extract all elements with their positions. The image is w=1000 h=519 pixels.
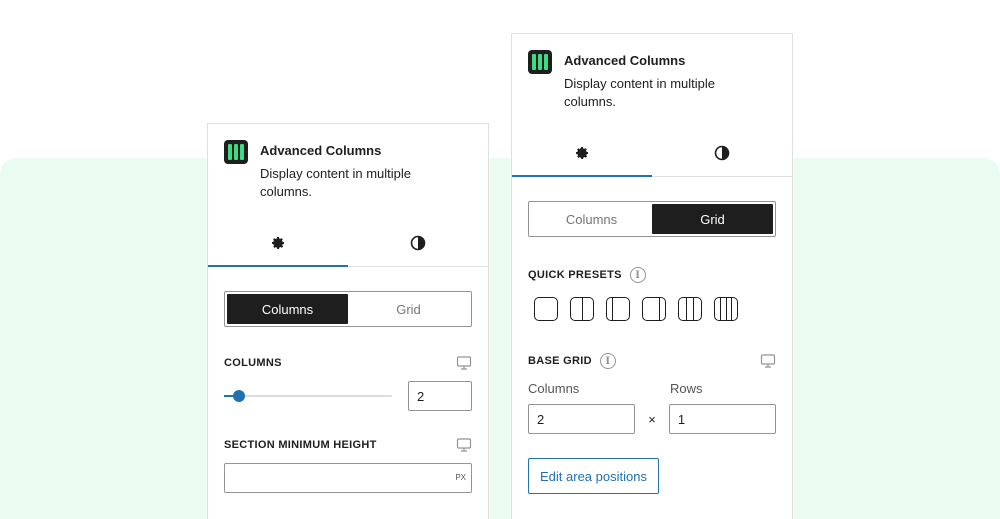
grid-preset-1-icon[interactable] <box>534 297 558 321</box>
layout-mode-toggle: Columns Grid <box>528 201 776 237</box>
block-description: Display content in multiple columns. <box>564 76 716 109</box>
info-icon[interactable]: i <box>599 353 616 369</box>
block-card: Advanced Columns Display content in mult… <box>512 34 792 111</box>
min-height-input[interactable]: PX <box>224 463 472 493</box>
grid-columns-label: Columns <box>528 381 580 396</box>
advanced-columns-block-icon <box>528 50 552 74</box>
grid-rows-label: Rows <box>670 381 703 396</box>
quick-presets-heading: QUICK PRESETS i <box>528 267 646 283</box>
unit-label[interactable]: PX <box>455 473 466 482</box>
columns-number-input[interactable]: 2 <box>408 381 472 411</box>
inspector-panel-grid: Advanced Columns Display content in mult… <box>511 33 793 519</box>
base-grid-heading: BASE GRID i <box>528 353 616 369</box>
slider-thumb[interactable] <box>233 390 246 402</box>
layout-mode-toggle: Columns Grid <box>224 291 472 327</box>
grid-preset-5-icon[interactable] <box>678 297 702 321</box>
tab-settings[interactable] <box>208 219 348 267</box>
contrast-icon <box>714 145 730 160</box>
gear-icon <box>576 146 589 159</box>
gear-icon <box>272 236 285 249</box>
mode-grid-button[interactable]: Grid <box>348 294 469 324</box>
tab-styles[interactable] <box>652 129 792 176</box>
inspector-tabs <box>208 219 488 267</box>
block-card: Advanced Columns Display content in mult… <box>208 124 488 201</box>
grid-rows-input[interactable]: 1 <box>668 404 776 434</box>
grid-preset-3-icon[interactable] <box>606 297 630 321</box>
block-title: Advanced Columns <box>260 143 382 158</box>
mode-grid-button[interactable]: Grid <box>652 204 773 234</box>
block-title: Advanced Columns <box>564 53 686 68</box>
quick-presets <box>528 297 776 321</box>
columns-slider[interactable] <box>224 381 392 411</box>
edit-area-positions-button[interactable]: Edit area positions <box>528 458 659 494</box>
grid-preset-6-icon[interactable] <box>714 297 738 321</box>
tab-settings[interactable] <box>512 129 652 177</box>
grid-columns-input[interactable]: 2 <box>528 404 636 434</box>
desktop-icon[interactable] <box>760 353 776 369</box>
mode-columns-button[interactable]: Columns <box>227 294 348 324</box>
desktop-icon[interactable] <box>456 355 472 371</box>
section-min-height-label: SECTION MINIMUM HEIGHT <box>224 439 377 451</box>
quick-presets-label: QUICK PRESETS <box>528 269 622 281</box>
inspector-panel-columns: Advanced Columns Display content in mult… <box>207 123 489 519</box>
block-description: Display content in multiple columns. <box>260 166 412 199</box>
grid-preset-2-icon[interactable] <box>570 297 594 321</box>
info-icon[interactable]: i <box>629 267 646 283</box>
columns-label: COLUMNS <box>224 357 282 369</box>
times-symbol: × <box>648 411 656 427</box>
inspector-tabs <box>512 129 792 177</box>
advanced-columns-block-icon <box>224 140 248 164</box>
base-grid-label: BASE GRID <box>528 355 592 367</box>
canvas: Advanced Columns Display content in mult… <box>0 0 1000 519</box>
desktop-icon[interactable] <box>456 437 472 453</box>
tab-styles[interactable] <box>348 219 488 266</box>
mode-columns-button[interactable]: Columns <box>531 204 652 234</box>
contrast-icon <box>410 235 426 250</box>
grid-preset-4-icon[interactable] <box>642 297 666 321</box>
background-band <box>0 158 1000 519</box>
